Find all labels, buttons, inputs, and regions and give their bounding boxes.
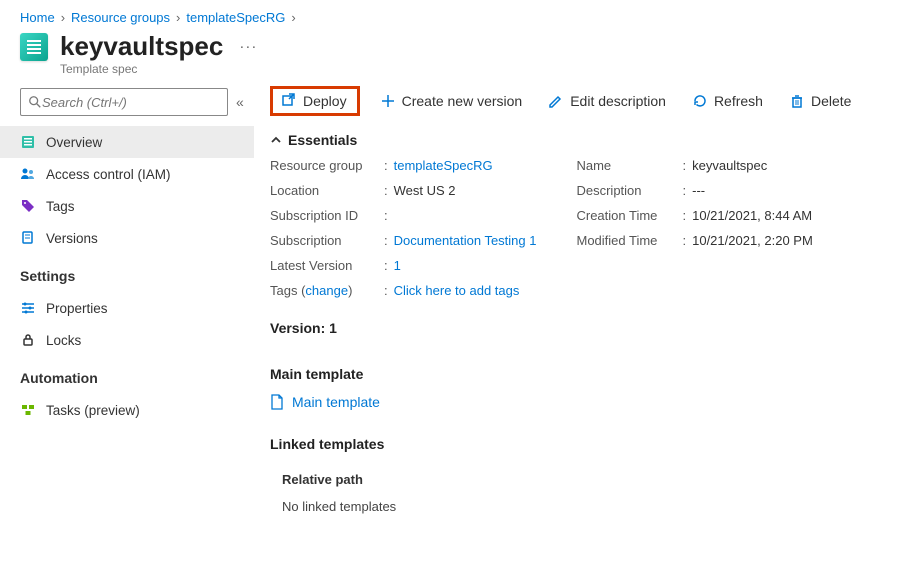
more-actions-button[interactable]: ··· [239,38,257,55]
essentials-label: Essentials [288,132,357,148]
ess-value-modified-time: 10/21/2021, 2:20 PM [692,233,813,248]
refresh-button[interactable]: Refresh [686,89,769,113]
collapse-sidebar-button[interactable]: « [236,94,244,110]
search-input[interactable] [20,88,228,116]
version-heading: Version: 1 [270,298,892,344]
ess-label-resource-group: Resource group [270,158,378,173]
sidebar-item-versions[interactable]: Versions [0,222,254,254]
properties-icon [20,300,36,316]
main-content: Deploy Create new version Edit descripti… [260,86,900,514]
ess-label-modified-time: Modified Time [576,233,676,248]
ess-label-creation-time: Creation Time [576,208,676,223]
deploy-button[interactable]: Deploy [270,86,360,116]
sidebar-item-label: Locks [46,333,81,348]
change-tags-link[interactable]: change [305,283,348,298]
page-title: keyvaultspec [60,31,223,62]
sidebar-item-label: Overview [46,135,102,150]
main-template-link[interactable]: Main template [270,390,380,414]
ess-label-subscription: Subscription [270,233,378,248]
sidebar-item-overview[interactable]: Overview [0,126,254,158]
tag-icon [20,198,36,214]
toolbar-label: Create new version [402,93,523,109]
page-subtitle: Template spec [0,62,900,86]
essentials-toggle[interactable]: Essentials [270,128,892,158]
sidebar-item-label: Tags [46,199,75,214]
main-template-heading: Main template [270,344,892,390]
plus-icon [380,93,396,109]
chevron-right-icon: › [61,10,65,25]
ess-value-name: keyvaultspec [692,158,767,173]
sidebar: « Overview Access control (IAM) Tags Ver… [0,86,260,514]
chevron-up-icon [270,134,282,146]
tasks-icon [20,402,36,418]
sidebar-item-label: Tasks (preview) [46,403,140,418]
toolbar-label: Edit description [570,93,666,109]
breadcrumb-item[interactable]: Home [20,10,55,25]
deploy-icon [281,93,297,109]
sidebar-section-settings: Settings [0,254,254,292]
sidebar-item-locks[interactable]: Locks [0,324,254,356]
refresh-icon [692,93,708,109]
linked-templates-heading: Linked templates [270,414,892,460]
search-icon [28,95,42,109]
sidebar-item-label: Versions [46,231,98,246]
linked-templates-column-header: Relative path [270,460,892,499]
chevron-right-icon: › [291,10,295,25]
edit-description-button[interactable]: Edit description [542,89,672,113]
breadcrumb: Home › Resource groups › templateSpecRG … [0,0,900,31]
ess-label-description: Description [576,183,676,198]
people-icon [20,166,36,182]
sidebar-item-access-control[interactable]: Access control (IAM) [0,158,254,190]
ess-label-tags: Tags (change) [270,283,378,298]
ess-value-subscription[interactable]: Documentation Testing 1 [394,233,537,248]
toolbar-label: Delete [811,93,851,109]
delete-button[interactable]: Delete [783,89,857,113]
breadcrumb-item[interactable]: templateSpecRG [186,10,285,25]
file-icon [270,394,284,410]
sidebar-item-tags[interactable]: Tags [0,190,254,222]
chevron-right-icon: › [176,10,180,25]
overview-icon [20,134,36,150]
create-new-version-button[interactable]: Create new version [374,89,529,113]
toolbar-label: Deploy [303,93,347,109]
linked-templates-empty: No linked templates [270,499,892,514]
ess-label-name: Name [576,158,676,173]
breadcrumb-item[interactable]: Resource groups [71,10,170,25]
template-spec-icon [20,33,48,61]
toolbar-label: Refresh [714,93,763,109]
sidebar-item-label: Properties [46,301,108,316]
ess-label-location: Location [270,183,378,198]
ess-value-location: West US 2 [394,183,456,198]
toolbar: Deploy Create new version Edit descripti… [270,86,892,128]
lock-icon [20,332,36,348]
sidebar-section-automation: Automation [0,356,254,394]
main-template-link-label: Main template [292,394,380,410]
versions-icon [20,230,36,246]
ess-label-latest-version: Latest Version [270,258,378,273]
trash-icon [789,93,805,109]
sidebar-item-properties[interactable]: Properties [0,292,254,324]
ess-label-subscription-id: Subscription ID [270,208,378,223]
search-field[interactable] [42,95,220,110]
ess-value-creation-time: 10/21/2021, 8:44 AM [692,208,812,223]
ess-value-resource-group[interactable]: templateSpecRG [394,158,493,173]
sidebar-item-label: Access control (IAM) [46,167,171,182]
add-tags-link[interactable]: Click here to add tags [394,283,520,298]
ess-value-latest-version[interactable]: 1 [394,258,401,273]
ess-value-description: --- [692,183,705,198]
sidebar-item-tasks[interactable]: Tasks (preview) [0,394,254,426]
pencil-icon [548,93,564,109]
